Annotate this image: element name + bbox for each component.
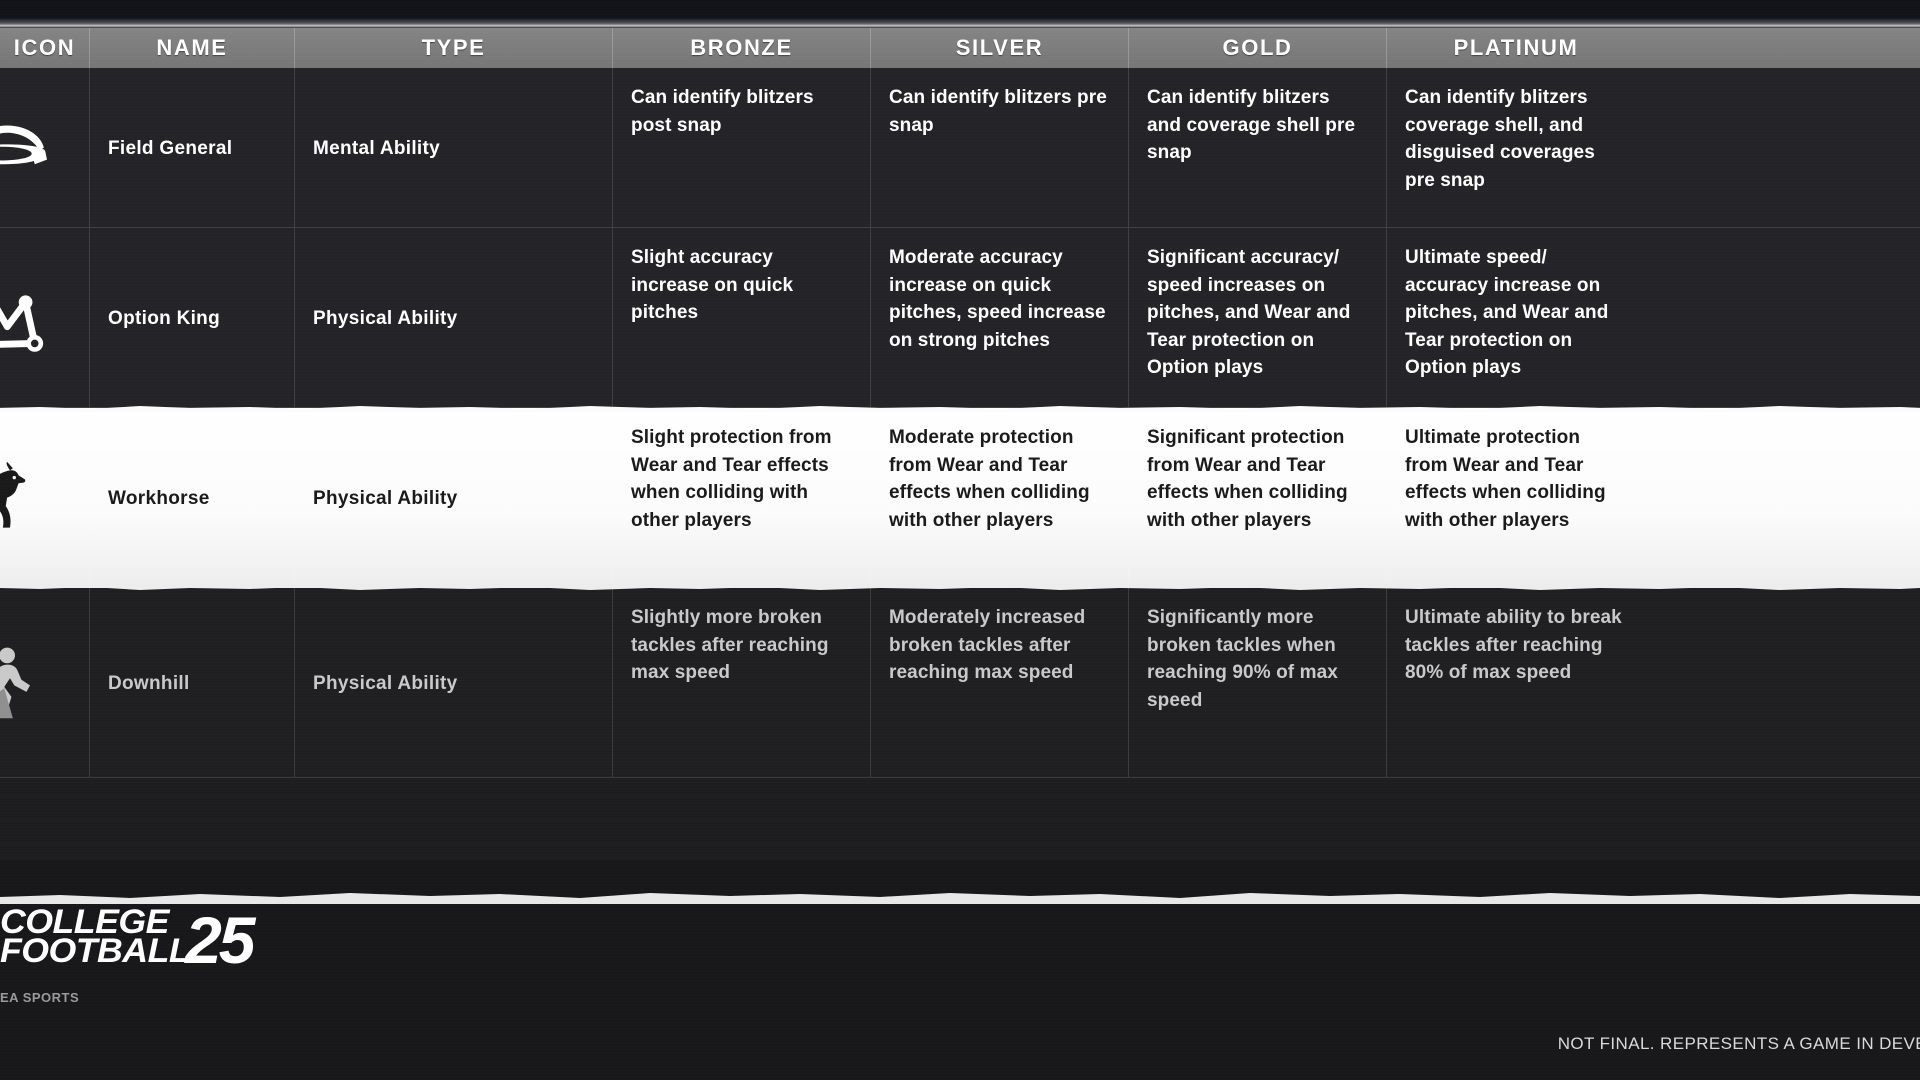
ability-gold-cell: Significant accuracy/ speed increases on… [1129,228,1387,407]
ability-platinum-desc: Ultimate protection from Wear and Tear e… [1405,427,1606,531]
ability-type: Physical Ability [313,672,458,694]
ability-gold-desc: Significant protection from Wear and Tea… [1147,427,1348,531]
ability-silver-cell: Moderately increased broken tackles afte… [871,588,1129,777]
table-header-row: ICON NAME TYPE BRONZE SILVER GOLD PLATIN… [0,28,1920,68]
ability-gold-desc: Significant accuracy/ speed increases on… [1147,247,1351,379]
column-header-platinum[interactable]: PLATINUM [1387,28,1645,68]
ability-platinum-cell: Ultimate protection from Wear and Tear e… [1387,408,1645,588]
ability-icon-cell [0,228,90,407]
ability-platinum-cell: Ultimate speed/ accuracy increase on pit… [1387,228,1645,407]
ability-name: Workhorse [108,488,210,510]
runner-downhill-icon [0,647,30,718]
ability-gold-desc: Can identify blitzers and coverage shell… [1147,87,1356,164]
abilities-table: ICON NAME TYPE BRONZE SILVER GOLD PLATIN… [0,28,1920,778]
ability-icon-cell [0,408,90,588]
column-header-platinum-label: PLATINUM [1453,35,1579,60]
ability-silver-desc: Can identify blitzers pre snap [889,87,1107,136]
footer-torn-edge [0,893,1920,904]
footer: COLLEGE FOOTBALL 25 EA SPORTS NOT FINAL.… [0,860,1920,1080]
column-header-type[interactable]: TYPE [295,28,613,68]
ability-type: Mental Ability [313,137,441,159]
ability-bronze-cell: Slightly more broken tackles after reach… [613,588,871,777]
disclaimer-text: NOT FINAL. REPRESENTS A GAME IN DEVELOPM… [1557,1034,1920,1053]
column-header-name[interactable]: NAME [90,28,295,68]
ability-name: Field General [108,137,233,159]
ability-platinum-desc: Ultimate speed/ accuracy increase on pit… [1405,247,1609,379]
ability-name-cell: Workhorse [90,408,295,588]
ability-bronze-desc: Can identify blitzers post snap [631,87,814,136]
ability-table-screen: ICON NAME TYPE BRONZE SILVER GOLD PLATIN… [0,0,1920,1080]
column-header-icon[interactable]: ICON [0,28,90,68]
top-band-sheen [0,18,1920,28]
table-row[interactable]: Downhill Physical Ability Slightly more … [0,588,1920,778]
column-header-type-label: TYPE [421,35,486,60]
column-header-gold-label: GOLD [1222,35,1293,60]
ability-silver-cell: Moderate protection from Wear and Tear e… [871,408,1129,588]
logo-line-football: FOOTBALL [0,932,191,971]
column-header-silver-label: SILVER [955,35,1044,60]
ability-type-cell: Mental Ability [295,68,613,227]
ability-name: Option King [108,307,220,329]
column-header-name-label: NAME [156,35,228,60]
ability-name: Downhill [108,672,190,694]
ability-type-cell: Physical Ability [295,588,613,777]
column-header-icon-label: ICON [13,35,76,60]
ability-platinum-cell: Can identify blitzers coverage shell, an… [1387,68,1645,227]
column-header-bronze[interactable]: BRONZE [613,28,871,68]
ability-type-cell: Physical Ability [295,408,613,588]
college-football-25-logo: COLLEGE FOOTBALL 25 EA SPORTS [0,903,256,1004]
ability-platinum-desc: Ultimate ability to break tackles after … [1405,607,1622,684]
ability-icon-cell [0,68,90,227]
ability-name-cell: Downhill [90,588,295,777]
column-header-gold[interactable]: GOLD [1129,28,1387,68]
ability-silver-desc: Moderately increased broken tackles afte… [889,607,1086,684]
horse-icon [0,461,26,528]
ability-name-cell: Option King [90,228,295,407]
table-row-selected[interactable]: Workhorse Physical Ability Slight protec… [0,406,1920,590]
ability-gold-cell: Can identify blitzers and coverage shell… [1129,68,1387,227]
ability-icon-cell [0,588,90,777]
ability-bronze-cell: Can identify blitzers post snap [613,68,871,227]
ability-silver-desc: Moderate accuracy increase on quick pitc… [889,247,1106,351]
ability-gold-cell: Significantly more broken tackles when r… [1129,588,1387,777]
ability-silver-desc: Moderate protection from Wear and Tear e… [889,427,1090,531]
ability-bronze-cell: Slight accuracy increase on quick pitche… [613,228,871,407]
general-cap-icon [0,124,47,164]
ability-bronze-cell: Slight protection from Wear and Tear eff… [613,408,871,588]
ability-type: Physical Ability [313,488,458,510]
logo-publisher: EA SPORTS [0,990,80,1005]
column-header-silver[interactable]: SILVER [871,28,1129,68]
ability-bronze-desc: Slight accuracy increase on quick pitche… [631,247,794,324]
ability-type: Physical Ability [313,307,458,329]
logo-year: 25 [185,903,255,977]
ability-silver-cell: Moderate accuracy increase on quick pitc… [871,228,1129,407]
table-row[interactable]: Field General Mental Ability Can identif… [0,68,1920,228]
ability-bronze-desc: Slight protection from Wear and Tear eff… [631,427,832,531]
column-header-bronze-label: BRONZE [690,35,793,60]
ability-name-cell: Field General [90,68,295,227]
ability-silver-cell: Can identify blitzers pre snap [871,68,1129,227]
ability-platinum-cell: Ultimate ability to break tackles after … [1387,588,1645,777]
ability-platinum-desc: Can identify blitzers coverage shell, an… [1405,87,1595,191]
ability-gold-desc: Significantly more broken tackles when r… [1147,607,1338,711]
ability-bronze-desc: Slightly more broken tackles after reach… [631,607,829,684]
ability-gold-cell: Significant protection from Wear and Tea… [1129,408,1387,588]
ability-type-cell: Physical Ability [295,228,613,407]
option-king-crown-icon [0,294,44,352]
table-row[interactable]: Option King Physical Ability Slight accu… [0,228,1920,408]
